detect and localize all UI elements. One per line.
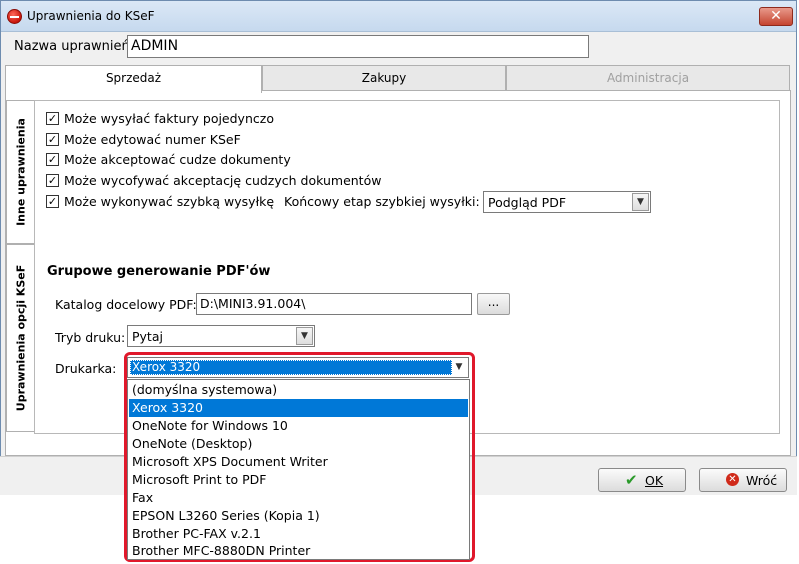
checkbox[interactable]: ✓ [46,153,59,166]
window-title: Uprawnienia do KSeF [27,9,155,23]
checkmark-icon: ✔ [625,471,638,489]
checkbox-label: Może akceptować cudze dokumenty [64,152,291,167]
printer-option[interactable]: OneNote (Desktop) [129,435,468,453]
tab-administracja: Administracja [506,65,790,91]
fast-send-label: Końcowy etap szybkiej wysyłki: [284,194,480,209]
side-tab-inne-uprawnienia[interactable]: Inne uprawnienia [6,100,34,244]
printer-value: Xerox 3320 [130,360,452,375]
checkbox[interactable]: ✓ [46,195,59,208]
printer-label: Drukarka: [55,361,117,376]
print-mode-value: Pytaj [132,329,163,344]
printer-option[interactable]: Brother PC-FAX v.2.1 [129,525,468,543]
side-tabs: Inne uprawnienia Uprawnienia opcji KSeF [6,100,34,456]
printer-option[interactable]: Xerox 3320 [129,399,468,417]
checkbox-label: Może wysyłać faktury pojedynczo [64,111,274,126]
chevron-down-icon[interactable]: ▼ [452,360,466,375]
side-tab-uprawnienia-ksef[interactable]: Uprawnienia opcji KSeF [6,244,34,432]
cancel-label: Wróć [746,473,778,488]
tab-zakupy[interactable]: Zakupy [262,65,506,91]
tab-sprzedaz[interactable]: Sprzedaż [5,65,262,93]
print-mode-select[interactable]: Pytaj ▼ [127,325,315,347]
printer-option[interactable]: Microsoft XPS Document Writer [129,453,468,471]
name-label: Nazwa uprawnień [14,39,130,54]
cancel-button[interactable]: ✕ Wróć [699,468,787,492]
close-button[interactable]: ✕ [759,7,793,26]
browse-button[interactable]: ... [477,293,510,315]
fast-send-select[interactable]: Podgląd PDF ▼ [483,191,651,213]
folder-input[interactable]: D:\MINI3.91.004\ [196,293,472,315]
printer-option[interactable]: (domyślna systemowa) [129,381,468,399]
ok-label: OK [645,473,664,488]
checkbox[interactable]: ✓ [46,174,59,187]
side-tab-label: Inne uprawnienia [14,118,27,226]
cancel-icon: ✕ [726,473,739,486]
side-tab-label: Uprawnienia opcji KSeF [14,264,27,412]
printer-option[interactable]: Brother MFC-8880DN Printer [129,542,468,560]
checkbox-label: Może wykonywać szybką wysyłkę [64,194,275,209]
ok-button[interactable]: ✔ OK [598,468,686,492]
title-bar[interactable]: Uprawnienia do KSeF ✕ [1,1,796,32]
print-mode-label: Tryb druku: [55,330,126,345]
checkbox[interactable]: ✓ [46,112,59,125]
fast-send-value: Podgląd PDF [488,195,567,210]
printer-list: (domyślna systemowa) Xerox 3320 OneNote … [127,379,470,560]
folder-label: Katalog docelowy PDF: [55,297,197,312]
checkbox-label: Może edytować numer KSeF [64,132,241,147]
checkbox[interactable]: ✓ [46,133,59,146]
printer-option[interactable]: OneNote for Windows 10 [129,417,468,435]
printer-select[interactable]: Xerox 3320 ▼ [127,357,469,378]
printer-option[interactable]: Fax [129,489,468,507]
chevron-down-icon[interactable]: ▼ [296,327,313,345]
printer-option[interactable]: EPSON L3260 Series (Kopia 1) [129,507,468,525]
name-input[interactable]: ADMIN [127,35,589,58]
top-tabs: Sprzedaż Zakupy Administracja [5,65,790,93]
chevron-down-icon[interactable]: ▼ [632,193,649,211]
printer-option[interactable]: Microsoft Print to PDF [129,471,468,489]
checkbox-label: Może wycofywać akceptację cudzych dokume… [64,173,382,188]
app-logo-icon [7,9,22,24]
section-title: Grupowe generowanie PDF'ów [47,264,271,279]
